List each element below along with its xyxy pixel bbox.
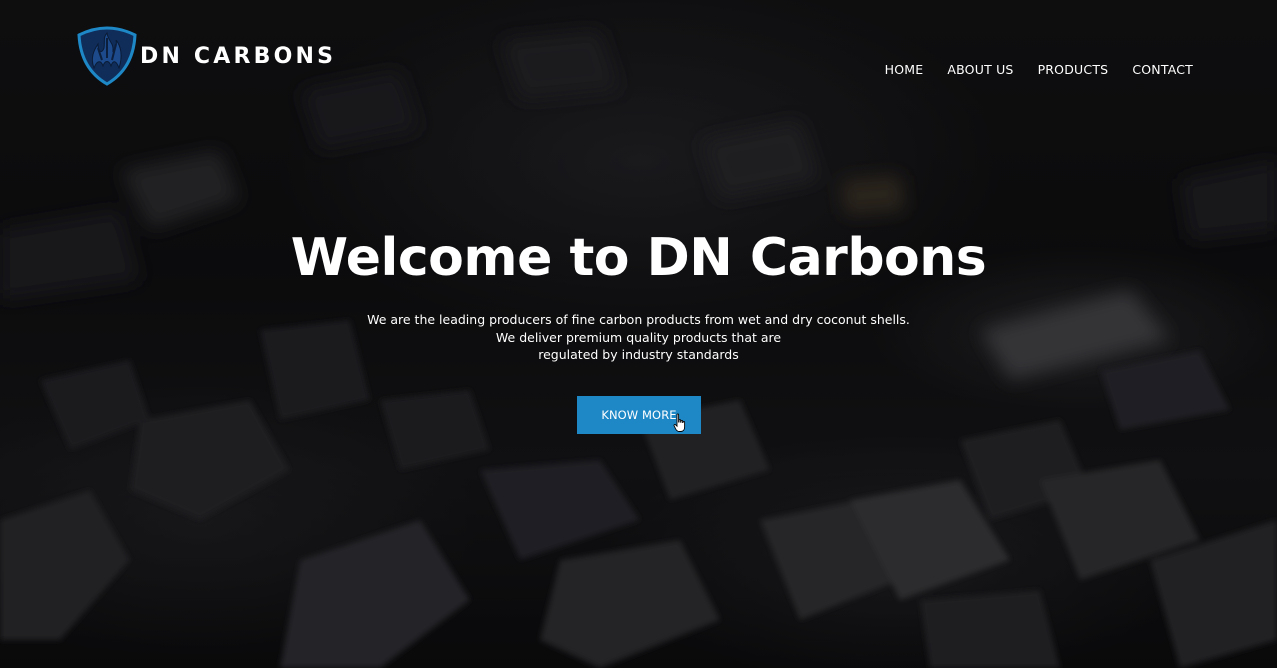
tagline-line: regulated by industry standards bbox=[538, 347, 739, 362]
hero-title: Welcome to DN Carbons bbox=[290, 228, 987, 288]
brand-logo[interactable]: DN CARBONS bbox=[76, 24, 337, 91]
main-navigation: HOME ABOUT US PRODUCTS CONTACT bbox=[885, 62, 1193, 77]
tagline-line: We are the leading producers of fine car… bbox=[367, 312, 910, 327]
nav-item-home[interactable]: HOME bbox=[885, 62, 924, 77]
nav-item-products[interactable]: PRODUCTS bbox=[1038, 62, 1109, 77]
hero-section: DN CARBONS HOME ABOUT US PRODUCTS CONTAC… bbox=[0, 0, 1277, 668]
shield-flame-icon bbox=[76, 24, 138, 91]
brand-name: DN CARBONS bbox=[140, 43, 337, 69]
nav-item-about-us[interactable]: ABOUT US bbox=[947, 62, 1013, 77]
nav-item-contact[interactable]: CONTACT bbox=[1132, 62, 1193, 77]
tagline-line: We deliver premium quality products that… bbox=[495, 329, 782, 345]
hero-tagline: We are the leading producers of fine car… bbox=[0, 311, 1277, 364]
